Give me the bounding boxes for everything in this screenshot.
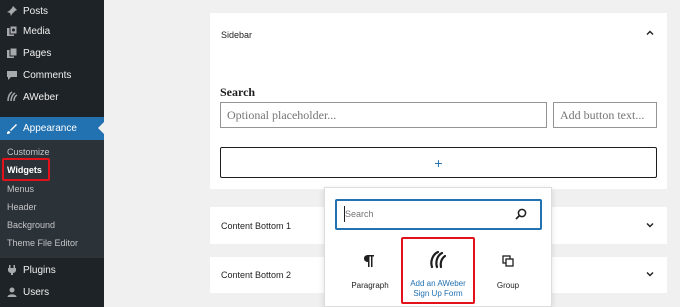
add-block-button[interactable]: + bbox=[220, 147, 657, 178]
sidebar-item-posts[interactable]: Posts bbox=[0, 0, 104, 22]
sidebar-item-appearance[interactable]: Appearance bbox=[0, 117, 104, 140]
sidebar-item-label: Appearance bbox=[23, 123, 77, 134]
submenu-item-header[interactable]: Header bbox=[7, 202, 37, 212]
submenu-item-background[interactable]: Background bbox=[7, 220, 55, 230]
submenu-item-menus[interactable]: Menus bbox=[7, 184, 34, 194]
sidebar-item-label: Comments bbox=[23, 69, 72, 81]
chevron-down-icon[interactable] bbox=[645, 269, 655, 279]
plugins-icon bbox=[2, 264, 22, 276]
pages-icon bbox=[2, 47, 22, 59]
group-icon bbox=[502, 255, 514, 267]
panel-title: Content Bottom 2 bbox=[221, 270, 292, 280]
sidebar-item-comments[interactable]: Comments bbox=[0, 64, 104, 86]
sidebar-item-media[interactable]: Media bbox=[0, 20, 104, 42]
sidebar-item-label: Plugins bbox=[23, 264, 56, 276]
sidebar-item-label: Posts bbox=[23, 5, 49, 17]
active-indicator bbox=[98, 122, 104, 134]
users-icon bbox=[2, 286, 22, 298]
pin-icon bbox=[2, 5, 22, 17]
submenu-item-customize[interactable]: Customize bbox=[7, 147, 50, 157]
comments-icon bbox=[2, 69, 22, 81]
widgets-highlight-box bbox=[2, 158, 50, 181]
search-placeholder-input[interactable]: Optional placeholder... bbox=[220, 102, 547, 128]
block-group[interactable]: Group bbox=[477, 240, 539, 300]
sidebar-item-label: Pages bbox=[23, 47, 52, 59]
aweber-block-highlight-box bbox=[401, 237, 475, 304]
button-text-input[interactable]: Add button text... bbox=[553, 102, 657, 128]
chevron-down-icon[interactable] bbox=[645, 220, 655, 230]
search-icon bbox=[515, 208, 527, 220]
block-label: Group bbox=[496, 281, 520, 290]
sidebar-item-label: AWeber bbox=[23, 91, 59, 103]
chevron-up-icon[interactable] bbox=[645, 28, 655, 38]
panel-title: Sidebar bbox=[221, 30, 253, 40]
block-label: Paragraph bbox=[351, 281, 389, 290]
aweber-icon bbox=[2, 91, 22, 103]
paragraph-icon bbox=[364, 255, 374, 267]
block-paragraph[interactable]: Paragraph bbox=[339, 240, 401, 300]
appearance-icon bbox=[2, 123, 22, 135]
panel-title: Content Bottom 1 bbox=[221, 221, 292, 231]
sidebar-item-pages[interactable]: Pages bbox=[0, 42, 104, 64]
sidebar-item-label: Users bbox=[23, 286, 50, 298]
search-widget-label: Search bbox=[220, 85, 256, 99]
admin-sidebar: Posts Media Pages Comments AWeber Appear… bbox=[0, 0, 104, 307]
block-search-placeholder: Search bbox=[345, 209, 374, 219]
plus-icon: + bbox=[434, 154, 443, 171]
media-icon bbox=[2, 25, 22, 37]
sidebar-item-plugins[interactable]: Plugins bbox=[0, 259, 104, 281]
sidebar-item-users[interactable]: Users bbox=[0, 281, 104, 303]
sidebar-item-label: Media bbox=[23, 25, 51, 37]
sidebar-item-aweber[interactable]: AWeber bbox=[0, 86, 104, 108]
submenu-item-theme-file-editor[interactable]: Theme File Editor bbox=[7, 238, 78, 248]
